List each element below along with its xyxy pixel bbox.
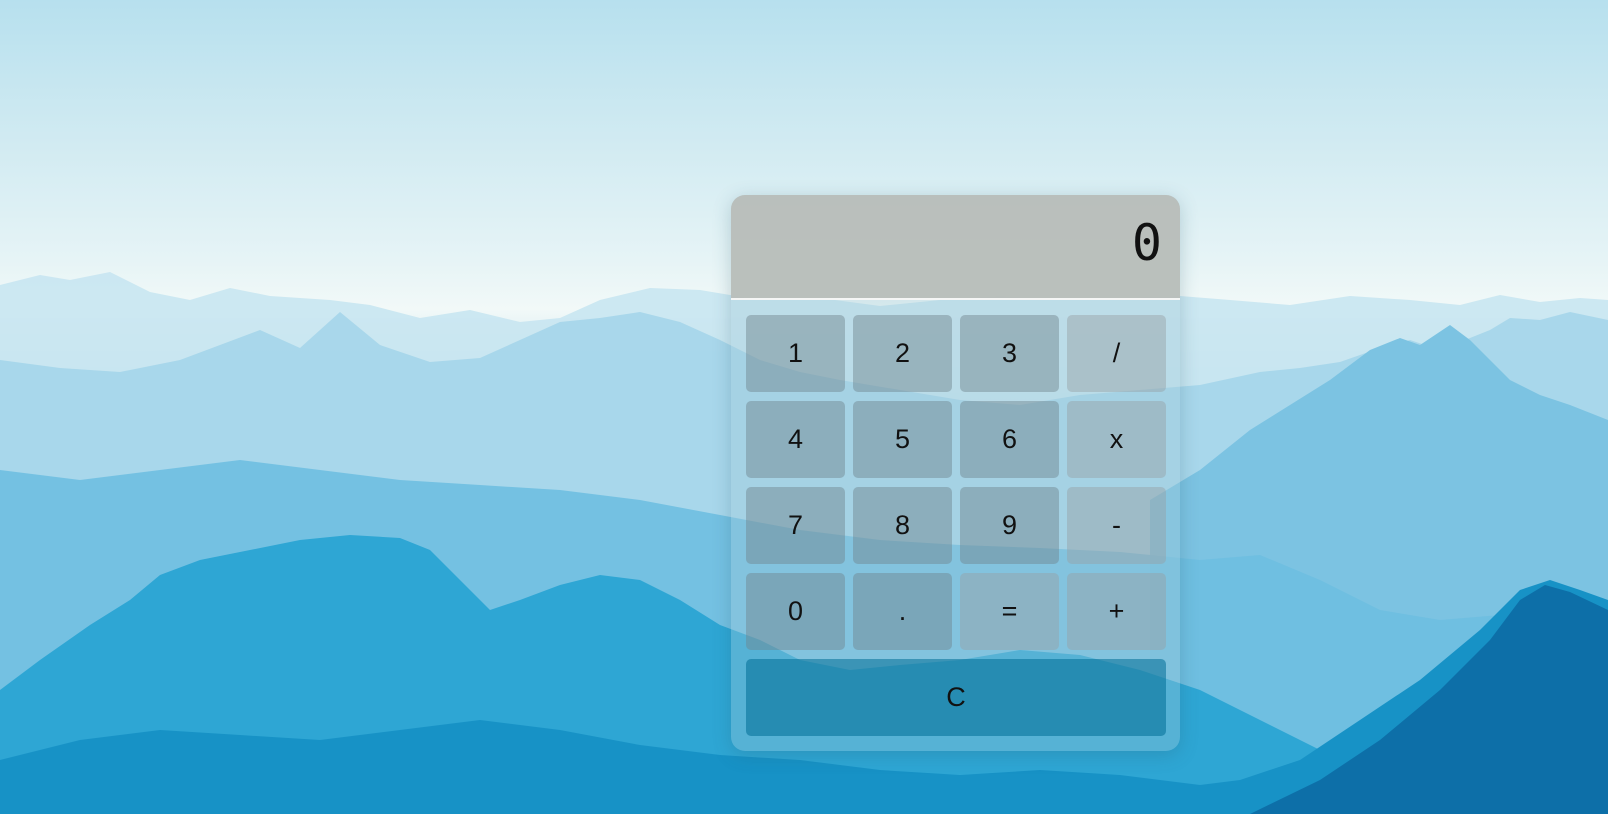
key-5-button[interactable]: 5 <box>853 401 952 478</box>
key-7-button[interactable]: 7 <box>746 487 845 564</box>
decimal-button[interactable]: . <box>853 573 952 650</box>
key-0-button[interactable]: 0 <box>746 573 845 650</box>
multiply-button[interactable]: x <box>1067 401 1166 478</box>
display-value: 0 <box>1131 214 1162 272</box>
keypad: 1 2 3/ 4 5 6 x 7 8 9- 0. = + C <box>746 315 1166 736</box>
key-1-button[interactable]: 1 <box>746 315 845 392</box>
clear-button[interactable]: C <box>746 659 1166 736</box>
key-6-button[interactable]: 6 <box>960 401 1059 478</box>
key-9-button[interactable]: 9 <box>960 487 1059 564</box>
key-8-button[interactable]: 8 <box>853 487 952 564</box>
key-4-button[interactable]: 4 <box>746 401 845 478</box>
subtract-button[interactable]: - <box>1067 487 1166 564</box>
calculator: 0 1 2 3/ 4 5 6 x 7 8 9- 0. = + C <box>731 195 1180 751</box>
add-button[interactable]: + <box>1067 573 1166 650</box>
display: 0 <box>731 195 1180 300</box>
divide-button[interactable]: / <box>1067 315 1166 392</box>
key-3-button[interactable]: 3 <box>960 315 1059 392</box>
key-2-button[interactable]: 2 <box>853 315 952 392</box>
equals-button[interactable]: = <box>960 573 1059 650</box>
